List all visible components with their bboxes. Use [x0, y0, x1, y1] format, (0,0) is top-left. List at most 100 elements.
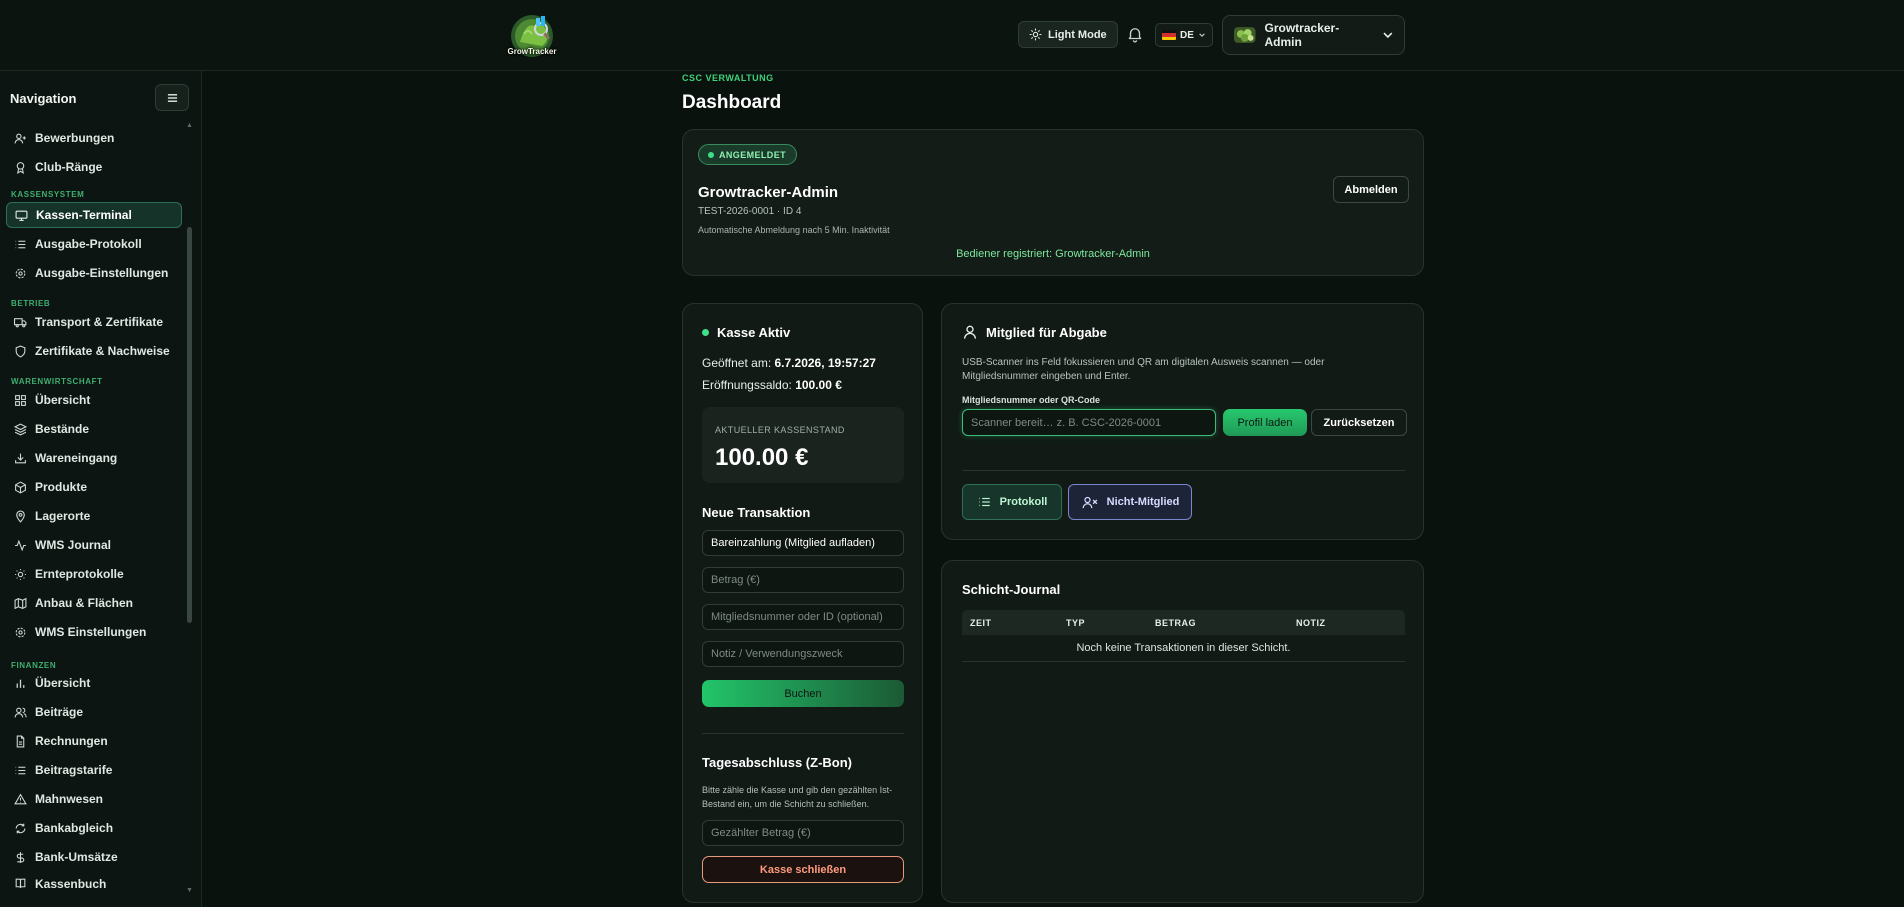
reset-button[interactable]: Zurücksetzen	[1311, 409, 1407, 436]
sidebar-item-label: WMS Journal	[35, 538, 112, 552]
sidebar-item-ernteprotokolle[interactable]: Ernteprotokolle	[6, 561, 182, 587]
column-typ: TYP	[1066, 618, 1086, 628]
empty-journal-message: Noch keine Transaktionen in dieser Schic…	[962, 635, 1405, 662]
divider	[962, 470, 1405, 471]
scroll-up-arrow[interactable]: ▲	[186, 122, 194, 130]
alert-triangle-icon	[14, 793, 27, 804]
sidebar-item-wms-uebersicht[interactable]: Übersicht	[6, 387, 182, 413]
sidebar-item-label: Transport & Zertifikate	[35, 315, 164, 329]
package-icon	[15, 480, 26, 494]
page-title: Dashboard	[682, 92, 782, 113]
sidebar-item-wms-einstellungen[interactable]: WMS Einstellungen	[6, 619, 182, 645]
protocol-button[interactable]: Protokoll	[962, 484, 1062, 520]
sidebar-item-zertifikate-nachweise[interactable]: Zertifikate & Nachweise	[6, 338, 182, 364]
member-card-title: Mitglied für Abgabe	[962, 324, 1107, 340]
member-id-input[interactable]	[702, 604, 904, 630]
member-scan-input[interactable]	[962, 409, 1216, 436]
sidebar-item-club-raenge[interactable]: Club-Ränge	[6, 154, 182, 180]
sidebar-item-lagerorte[interactable]: Lagerorte	[6, 503, 182, 529]
member-dispense-card: Mitglied für Abgabe USB-Scanner ins Feld…	[941, 303, 1424, 540]
layers-icon	[14, 422, 27, 436]
sidebar-item-anbau-flaechen[interactable]: Anbau & Flächen	[6, 590, 182, 616]
users-icon	[14, 707, 27, 717]
sidebar-item-kassenbuch[interactable]: Kassenbuch	[6, 873, 182, 891]
opening-balance-label: Eröffnungssaldo:	[702, 378, 792, 392]
map-icon	[14, 597, 27, 609]
member-id-label: Mitgliedsnummer oder QR-Code	[962, 395, 1101, 405]
bell-icon[interactable]	[1126, 25, 1144, 43]
load-profile-button[interactable]: Profil laden	[1223, 409, 1307, 436]
opened-at-line: Geöffnet am: 6.7.2026, 19:57:27	[702, 356, 876, 370]
z-bon-title: Tagesabschluss (Z-Bon)	[702, 755, 853, 770]
sidebar-item-label: Mahnwesen	[35, 792, 104, 806]
grid-icon	[15, 394, 26, 406]
sidebar-item-wms-journal[interactable]: WMS Journal	[6, 532, 182, 558]
sidebar-title: Navigation	[10, 91, 77, 106]
opened-at-label: Geöffnet am:	[702, 356, 772, 370]
sidebar-item-bankabgleich[interactable]: Bankabgleich	[6, 815, 182, 841]
list-icon	[15, 240, 26, 248]
shift-journal-table: ZEIT TYP BETRAG NOTIZ Noch keine Transak…	[962, 610, 1405, 662]
current-balance-box: AKTUELLER KASSENSTAND 100.00 €	[702, 407, 904, 483]
user-menu[interactable]: Growtracker-Admin	[1222, 15, 1405, 55]
amount-input[interactable]	[702, 567, 904, 593]
sidebar-item-label: Bewerbungen	[35, 131, 115, 145]
bank-sync-icon	[15, 823, 26, 833]
sidebar-item-bewerbungen[interactable]: Bewerbungen	[6, 125, 182, 151]
sidebar-item-beitraege[interactable]: Beiträge	[6, 699, 182, 725]
logout-button[interactable]: Abmelden	[1333, 176, 1409, 203]
user-name: Growtracker-Admin	[1264, 21, 1340, 49]
menu-icon	[167, 93, 177, 102]
file-icon	[16, 735, 25, 747]
close-register-button[interactable]: Kasse schließen	[702, 856, 904, 883]
activity-icon	[15, 539, 26, 551]
auto-logout-note: Automatische Abmeldung nach 5 Min. Inakt…	[698, 225, 890, 235]
sidebar-item-label: Bestände	[35, 422, 90, 436]
sidebar-item-kassen-terminal[interactable]: Kassen-Terminal	[6, 202, 182, 228]
sidebar-toggle-button[interactable]	[155, 84, 189, 111]
language-selector[interactable]: DE	[1155, 23, 1213, 47]
note-input[interactable]	[702, 641, 904, 667]
sidebar-item-ausgabe-protokoll[interactable]: Ausgabe-Protokoll	[6, 231, 182, 257]
monitor-icon	[15, 210, 28, 221]
growtracker-logo[interactable]: GrowTracker	[506, 12, 558, 62]
scroll-down-arrow[interactable]: ▼	[186, 887, 194, 895]
sidebar-item-rechnungen[interactable]: Rechnungen	[6, 728, 182, 754]
sidebar-item-wareneingang[interactable]: Wareneingang	[6, 445, 182, 471]
book-button[interactable]: Buchen	[702, 680, 904, 707]
divider	[702, 733, 904, 734]
protocol-button-label: Protokoll	[999, 496, 1048, 508]
breadcrumb: CSC VERWALTUNG	[682, 73, 774, 83]
counted-amount-input[interactable]	[702, 820, 904, 846]
shift-journal-title: Schicht-Journal	[962, 582, 1061, 597]
column-betrag: BETRAG	[1155, 618, 1196, 628]
bar-chart-icon	[16, 679, 25, 688]
sidebar-item-beitragstarife[interactable]: Beitragstarife	[6, 757, 182, 783]
user-plus-icon	[14, 133, 26, 143]
opening-balance-value: 100.00 €	[795, 378, 842, 392]
sidebar-item-ausgabe-einstellungen[interactable]: Ausgabe-Einstellungen	[6, 260, 182, 286]
sidebar-item-bestaende[interactable]: Bestände	[6, 416, 182, 442]
opened-at-value: 6.7.2026, 19:57:27	[774, 356, 876, 370]
sidebar-item-label: Wareneingang	[35, 451, 118, 465]
sidebar-item-produkte[interactable]: Produkte	[6, 474, 182, 500]
sidebar-item-transport-zertifikate[interactable]: Transport & Zertifikate	[6, 309, 182, 335]
sidebar-item-finanzen-uebersicht[interactable]: Übersicht	[6, 670, 182, 696]
sidebar-item-label: Rechnungen	[35, 734, 108, 748]
scanner-instructions: USB-Scanner ins Feld fokussieren und QR …	[962, 357, 1325, 382]
top-bar: GrowTracker Light Mode DE Growtracker-Ad…	[0, 0, 1904, 71]
list-icon	[15, 766, 26, 774]
session-user-id: TEST-2026-0001 · ID 4	[698, 206, 802, 217]
non-member-button[interactable]: Nicht-Mitglied	[1068, 484, 1192, 520]
sidebar-item-mahnwesen[interactable]: Mahnwesen	[6, 786, 182, 812]
opening-balance-line: Eröffnungssaldo: 100.00 €	[702, 378, 842, 392]
sidebar-scrollbar[interactable]	[187, 227, 192, 623]
logo-text: GrowTracker	[507, 47, 557, 56]
sidebar-item-label: Ausgabe-Protokoll	[35, 237, 142, 251]
z-bon-description: Bitte zähle die Kasse und gib den gezähl…	[702, 785, 893, 809]
light-mode-button[interactable]: Light Mode	[1018, 21, 1118, 48]
transaction-type-select[interactable]: Bareinzahlung (Mitglied aufladen)	[702, 530, 904, 556]
sidebar-item-label: Produkte	[35, 480, 88, 494]
sidebar-item-bank-umsaetze[interactable]: Bank-Umsätze	[6, 844, 182, 870]
shield-icon	[15, 345, 26, 358]
